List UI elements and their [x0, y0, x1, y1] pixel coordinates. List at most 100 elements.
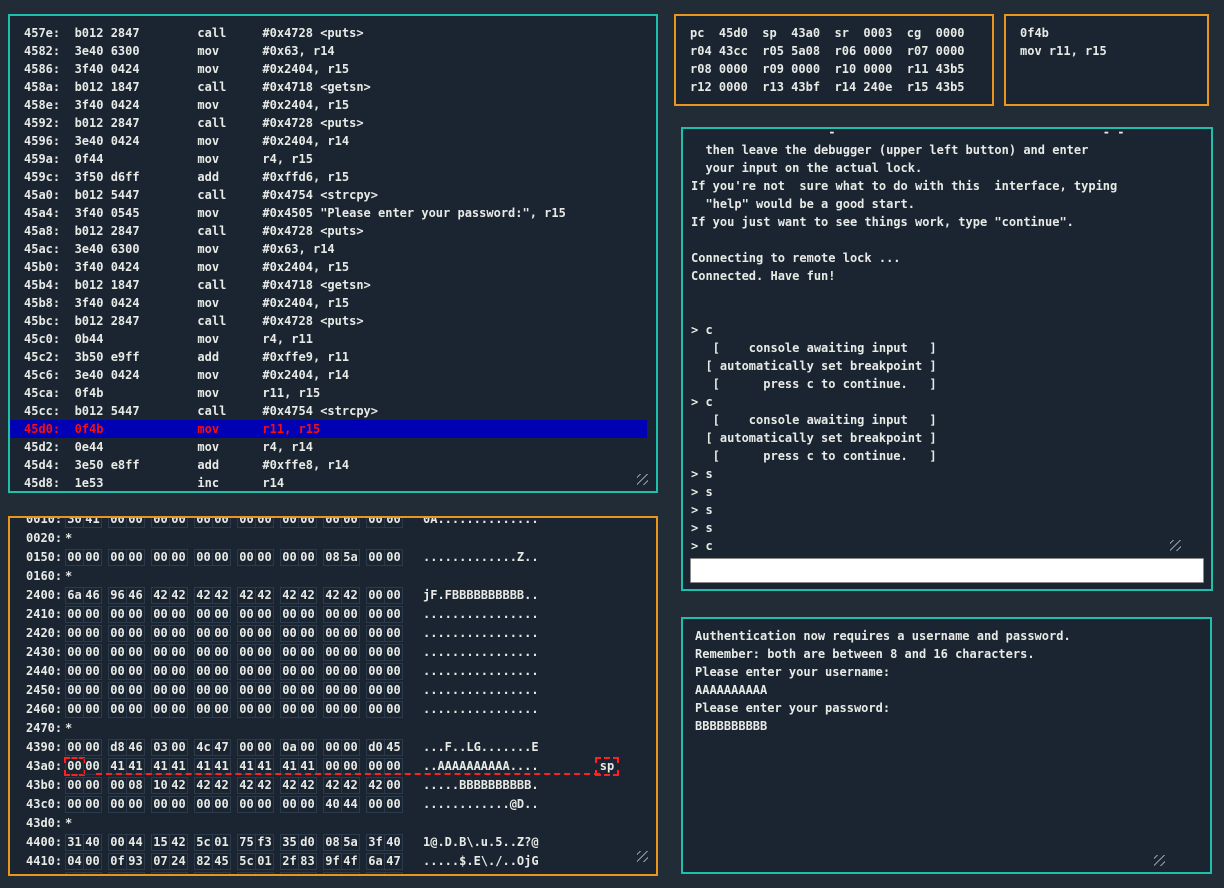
resize-grip[interactable]: [637, 851, 648, 862]
memory-byte-cell: 3f: [366, 834, 385, 851]
console-line: > s: [691, 465, 1211, 483]
memory-word-group: 0000: [108, 624, 145, 643]
disassembly-line[interactable]: 45b8: 3f40 0424 mov #0x2404, r15: [10, 294, 647, 312]
memory-byte-cell: 5a: [341, 834, 360, 851]
memory-word-group: 0000: [237, 795, 274, 814]
disassembly-line[interactable]: 4586: 3f40 0424 mov #0x2404, r15: [10, 60, 647, 78]
disassembly-line[interactable]: 45bc: b012 2847 call #0x4728 <puts>: [10, 312, 647, 330]
disassembly-line[interactable]: 45b0: 3f40 0424 mov #0x2404, r15: [10, 258, 647, 276]
disassembly-line[interactable]: 45a4: 3f40 0545 mov #0x4505 "Please ente…: [10, 204, 647, 222]
memory-word-group: 0000: [194, 624, 231, 643]
disassembly-line[interactable]: 459c: 3f50 d6ff add #0xffd6, r15: [10, 168, 647, 186]
memory-word-group: 6a47: [366, 852, 403, 871]
memory-word-group: 2f83: [280, 852, 317, 871]
disassembly-line[interactable]: 45a0: b012 5447 call #0x4754 <strcpy>: [10, 186, 647, 204]
registers-panel: pc 45d0 sp 43a0 sr 0003 cg 0000r04 43cc …: [674, 14, 994, 106]
memory-byte-cell: 00: [194, 701, 213, 718]
disassembly-line[interactable]: 459a: 0f44 mov r4, r15: [10, 150, 647, 168]
memory-byte-cell: 00: [212, 606, 231, 623]
memory-word-group: 5c01: [237, 852, 274, 871]
memory-word-group: 8245: [194, 852, 231, 871]
debugger-console-panel: - - - then leave the debugger (upper lef…: [681, 127, 1213, 591]
memory-byte-cell: 00: [108, 701, 127, 718]
memory-word-group: 4242: [237, 776, 274, 795]
memory-word-group: 0000: [366, 700, 403, 719]
memory-address: 2400:: [26, 586, 65, 605]
disassembly-line[interactable]: 45d4: 3e50 e8ff add #0xffe8, r14: [10, 456, 647, 474]
memory-byte-cell: 00: [194, 606, 213, 623]
memory-word-group: 4242: [237, 586, 274, 605]
disassembly-line[interactable]: 45d8: 1e53 inc r14: [10, 474, 647, 492]
memory-byte-cell: 42: [169, 587, 188, 604]
memory-byte-cell: 00: [237, 682, 256, 699]
memory-byte-cell: 00: [108, 796, 127, 813]
memory-byte-cell: 35: [280, 834, 299, 851]
disassembly-line[interactable]: 45c6: 3e40 0424 mov #0x2404, r14: [10, 366, 647, 384]
memory-byte-cell: 00: [255, 663, 274, 680]
disassembly-line[interactable]: 4582: 3e40 6300 mov #0x63, r14: [10, 42, 647, 60]
disassembly-line[interactable]: 45b4: b012 1847 call #0x4718 <getsn>: [10, 276, 647, 294]
console-line: If you're not sure what to do with this …: [691, 177, 1211, 195]
disassembly-line[interactable]: 457e: b012 2847 call #0x4728 <puts>: [10, 24, 647, 42]
memory-byte-cell: 00: [237, 796, 256, 813]
memory-word-group: 0000: [65, 776, 102, 795]
memory-byte-cell: 42: [237, 777, 256, 794]
memory-byte-cell: 0f: [108, 853, 127, 870]
disassembly-line[interactable]: 45d2: 0e44 mov r4, r14: [10, 438, 647, 456]
console-line: [ press c to continue. ]: [691, 447, 1211, 465]
memory-word-group: 4242: [194, 586, 231, 605]
disassembly-line[interactable]: 4592: b012 2847 call #0x4728 <puts>: [10, 114, 647, 132]
memory-byte-cell: 00: [151, 625, 170, 642]
memory-row: 4420:0b015983254264420593052422455b01..Y…: [10, 871, 656, 876]
disassembly-line-current[interactable]: 45d0: 0f4b mov r11, r15: [10, 420, 647, 438]
resize-grip[interactable]: [1170, 540, 1181, 551]
memory-byte-cell: 00: [126, 663, 145, 680]
memory-byte-cell: 00: [280, 625, 299, 642]
memory-word-group: 0000: [323, 624, 360, 643]
memory-word-group: 0000: [280, 624, 317, 643]
disassembly-line[interactable]: 45c2: 3b50 e9ff add #0xffe9, r11: [10, 348, 647, 366]
memory-word-group: 0000: [323, 643, 360, 662]
memory-ascii: ................: [423, 645, 539, 659]
memory-byte-cell: 00: [212, 516, 231, 528]
disassembly-line[interactable]: 4596: 3e40 0424 mov #0x2404, r14: [10, 132, 647, 150]
memory-byte-cell: 00: [108, 606, 127, 623]
memory-ascii: ................: [423, 664, 539, 678]
memory-byte-cell: 00: [366, 625, 385, 642]
memory-byte-cell: 42: [194, 777, 213, 794]
memory-word-group: 0000: [151, 624, 188, 643]
disassembly-line[interactable]: 458a: b012 1847 call #0x4718 <getsn>: [10, 78, 647, 96]
console-line: [691, 231, 1211, 249]
disassembly-panel: 457e: b012 2847 call #0x4728 <puts>4582:…: [8, 14, 658, 493]
debugger-input[interactable]: [690, 558, 1204, 583]
disassembly-line[interactable]: 45ac: 3e40 6300 mov #0x63, r14: [10, 240, 647, 258]
memory-row: 2470:*: [10, 719, 656, 738]
memory-byte-cell: 00: [341, 682, 360, 699]
memory-address: 0160:: [26, 567, 65, 586]
io-line: Please enter your username:: [695, 663, 1210, 681]
memory-byte-cell: 04: [65, 853, 84, 870]
memory-byte-cell: 00: [126, 549, 145, 566]
memory-byte-cell: 00: [341, 739, 360, 756]
memory-word-group: 0000: [323, 662, 360, 681]
disassembly-line[interactable]: 45a8: b012 2847 call #0x4728 <puts>: [10, 222, 647, 240]
memory-row: 0020:*: [10, 529, 656, 548]
memory-row: 2450:00000000000000000000000000000000...…: [10, 681, 656, 700]
disassembly-line[interactable]: 45ca: 0f4b mov r11, r15: [10, 384, 647, 402]
resize-grip[interactable]: [1154, 855, 1165, 866]
memory-byte-cell: 00: [384, 682, 403, 699]
memory-word-group: 2542: [151, 871, 188, 876]
disassembly-line[interactable]: 458e: 3f40 0424 mov #0x2404, r15: [10, 96, 647, 114]
memory-byte-cell: 00: [298, 516, 317, 528]
memory-byte-cell: 00: [298, 549, 317, 566]
memory-byte-cell: 6a: [366, 853, 385, 870]
console-line: your input on the actual lock.: [691, 159, 1211, 177]
memory-word-group: 0000: [280, 548, 317, 567]
disassembly-line[interactable]: 45cc: b012 5447 call #0x4754 <strcpy>: [10, 402, 647, 420]
memory-byte-cell: 00: [65, 682, 84, 699]
memory-byte-cell: 00: [384, 549, 403, 566]
memory-byte-cell: 00: [341, 516, 360, 528]
disassembly-line[interactable]: 45c0: 0b44 mov r4, r11: [10, 330, 647, 348]
memory-byte-cell: 00: [384, 777, 403, 794]
resize-grip[interactable]: [637, 474, 648, 485]
